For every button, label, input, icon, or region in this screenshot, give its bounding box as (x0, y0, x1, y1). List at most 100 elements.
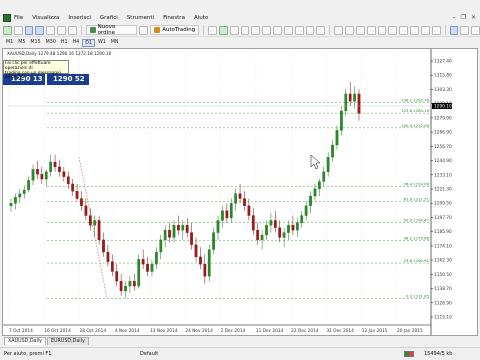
new-chart-icon[interactable] (3, 25, 12, 35)
timeframe-m15[interactable]: M15 (28, 39, 42, 47)
menu-file[interactable]: File (14, 15, 23, 21)
equidistant-channel-icon[interactable] (388, 25, 398, 35)
bear-candle (132, 281, 136, 287)
bull-candle (331, 144, 334, 158)
zoom-out-icon[interactable] (251, 25, 261, 35)
menu-insert[interactable]: Inserisci (68, 15, 91, 21)
bear-candle (291, 225, 295, 231)
bull-candle (326, 157, 330, 172)
crosshair-icon[interactable] (345, 25, 354, 35)
navigator-icon[interactable] (46, 25, 56, 35)
data-window-icon[interactable] (35, 25, 45, 35)
horizontal-line-icon[interactable] (366, 25, 376, 35)
bull-candle (124, 285, 127, 292)
chart-window[interactable]: 261.8 1361.27138.2 1292.76123.6 1284.191… (2, 48, 478, 336)
minimize-icon[interactable]: – (453, 14, 456, 21)
timeframe-m5[interactable]: M5 (16, 39, 27, 47)
date-tick-label: 24 Nov 2014 (185, 328, 213, 334)
chat-icon[interactable] (460, 25, 470, 35)
candlestick-chart-icon[interactable] (219, 25, 228, 35)
bull-candle (344, 93, 348, 112)
menu-view[interactable]: Visualizza (32, 15, 59, 21)
restore-icon[interactable]: ❐ (461, 14, 466, 21)
new-order-button[interactable]: Nuovo ordine (85, 24, 138, 36)
price-chart[interactable]: 261.8 1361.27138.2 1292.76123.6 1284.191… (3, 49, 477, 335)
bar-chart-icon[interactable] (208, 25, 217, 35)
mouse-cursor-icon (310, 154, 321, 170)
fib-level-label: 0.0 1131.85 (406, 293, 430, 298)
menu-window[interactable]: Finestra (163, 15, 185, 21)
timeframe-d1[interactable]: D1 (82, 39, 95, 47)
bear-candle (115, 271, 119, 282)
periods-icon[interactable] (305, 25, 315, 35)
price-tick-label: 1209.50 (434, 201, 452, 207)
zoom-in-icon[interactable] (240, 25, 250, 35)
text-icon[interactable] (410, 25, 419, 35)
menu-help[interactable]: Aiuto (194, 15, 208, 21)
timeframe-m30[interactable]: M30 (44, 39, 58, 47)
bull-candle (207, 249, 211, 277)
fibonacci-icon[interactable] (399, 25, 409, 35)
market-watch-icon[interactable] (24, 25, 34, 35)
bear-candle (238, 193, 242, 199)
bear-candle (146, 264, 149, 272)
close-icon[interactable]: × (471, 14, 476, 21)
terminal-icon[interactable] (57, 25, 66, 35)
tab-eurusd-daily[interactable]: EURUSD,Daily (47, 337, 89, 345)
profiles-icon[interactable] (13, 25, 23, 35)
timeframe-h1[interactable]: H1 (59, 39, 70, 47)
bear-candle (84, 205, 88, 216)
tab-xauusd-daily[interactable]: XAUUSD,Daily (4, 337, 46, 345)
bull-candle (181, 225, 185, 231)
fib-level-label: 61.8 1211.51 (404, 197, 430, 202)
bull-candle (322, 171, 326, 182)
signals-icon[interactable] (471, 25, 480, 35)
status-help-text: Per aiuto, premi F1 (4, 351, 52, 357)
bull-candle (216, 220, 220, 233)
timeframe-h4[interactable]: H4 (71, 39, 82, 47)
timeframe-w1[interactable]: W1 (96, 39, 108, 47)
templates-icon[interactable] (316, 25, 326, 35)
line-chart-icon[interactable] (229, 25, 239, 35)
bull-candle (163, 229, 167, 241)
cursor-icon[interactable] (334, 25, 344, 35)
new-order-icon (89, 27, 96, 33)
bear-candle (348, 93, 352, 102)
indicators-icon[interactable] (294, 25, 304, 35)
chart-shift-icon[interactable] (283, 25, 293, 35)
bear-candle (251, 215, 255, 231)
fib-level-label: 100.0 1272.09 (401, 123, 429, 128)
price-tick-label: 1162.30 (434, 258, 452, 264)
text-label-icon[interactable] (420, 25, 430, 35)
metaeditor-icon[interactable] (139, 25, 149, 35)
bull-candle (260, 234, 264, 241)
bull-candle (93, 220, 97, 226)
trading-tooltip: Fai clic per effettuare operazioni di tr… (3, 60, 69, 80)
menu-tools[interactable]: Strumenti (127, 15, 154, 21)
window-controls: – ❐ × (453, 14, 476, 21)
bull-candle (31, 169, 35, 181)
tile-windows-icon[interactable] (262, 25, 272, 35)
menu-charts[interactable]: Grafici (100, 15, 118, 21)
trendline-icon[interactable] (377, 25, 387, 35)
price-tick-label: 1315.80 (434, 73, 452, 79)
arrows-icon[interactable] (431, 25, 441, 35)
timeframe-m1[interactable]: M1 (4, 39, 15, 47)
vertical-line-icon[interactable] (355, 25, 365, 35)
date-tick-label: 22 Dec 2014 (291, 328, 319, 334)
bear-candle (106, 251, 110, 262)
bear-candle (75, 191, 79, 199)
date-tick-label: 7 Oct 2014 (9, 328, 33, 334)
app-icon[interactable] (3, 14, 11, 22)
bear-candle (225, 210, 229, 219)
bear-candle (199, 256, 202, 265)
search-icon[interactable] (449, 25, 459, 35)
autotrading-button[interactable]: AutoTrading (150, 25, 200, 35)
strategy-tester-icon[interactable] (67, 25, 77, 35)
bear-candle (40, 174, 44, 180)
timeframe-mn[interactable]: MN (109, 39, 121, 47)
bull-candle (49, 161, 53, 172)
bear-candle (141, 259, 145, 265)
price-tick-label: 1221.30 (434, 187, 452, 193)
auto-scroll-icon[interactable] (273, 25, 282, 35)
